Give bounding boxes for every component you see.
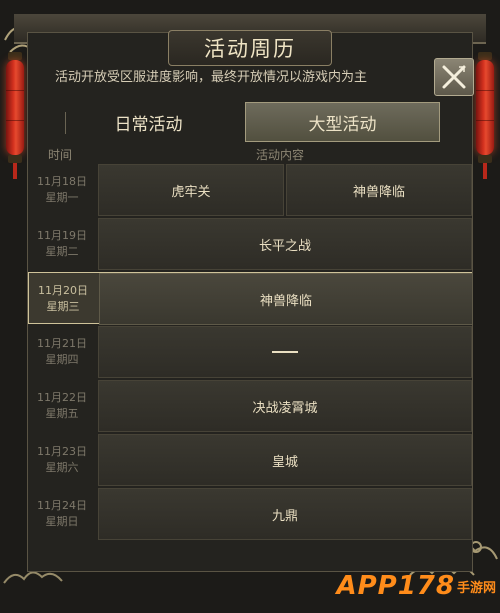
- weekday-label: 星期四: [45, 353, 79, 366]
- schedule-row: 11月23日 星期六 皇城: [28, 434, 472, 486]
- event-cell[interactable]: 长平之战: [98, 218, 472, 270]
- close-x-icon: [442, 65, 466, 89]
- weekday-label: 星期六: [45, 461, 79, 474]
- event-cell-empty: [98, 326, 472, 378]
- date-label: 11月18日: [37, 175, 87, 188]
- row-date: 11月23日 星期六: [28, 434, 96, 486]
- weekday-label: 星期一: [45, 191, 79, 204]
- empty-dash: [272, 351, 298, 353]
- row-date: 11月19日 星期二: [28, 218, 96, 270]
- event-cell[interactable]: 神兽降临: [286, 164, 472, 216]
- date-label: 11月22日: [37, 391, 87, 404]
- row-date: 11月18日 星期一: [28, 164, 96, 216]
- schedule-row: 11月22日 星期五 决战凌霄城: [28, 380, 472, 432]
- tab-bar: 日常活动 大型活动: [52, 102, 440, 142]
- weekday-label: 星期日: [45, 515, 79, 528]
- date-label: 11月19日: [37, 229, 87, 242]
- schedule-row-today: 11月20日 星期三 神兽降临: [28, 272, 473, 325]
- event-cell[interactable]: 神兽降临: [99, 273, 473, 325]
- close-button[interactable]: [434, 58, 474, 96]
- row-date: 11月21日 星期四: [28, 326, 96, 378]
- event-cell[interactable]: 皇城: [98, 434, 472, 486]
- date-label: 11月21日: [37, 337, 87, 350]
- column-header-time: 时间: [48, 148, 73, 162]
- schedule-row: 11月24日 星期日 九鼎: [28, 488, 472, 540]
- watermark-sub: 手游网: [456, 580, 496, 596]
- schedule-row: 11月19日 星期二 长平之战: [28, 218, 472, 270]
- window-title: 活动周历: [168, 30, 332, 66]
- column-headers: 时间 活动内容: [28, 144, 472, 164]
- notice-text: 活动开放受区服进度影响，最终开放情况以游戏内为主: [55, 70, 368, 85]
- date-label: 11月24日: [37, 499, 87, 512]
- lantern-icon: [6, 52, 24, 179]
- date-label: 11月20日: [38, 284, 88, 297]
- event-cell[interactable]: 九鼎: [98, 488, 472, 540]
- lantern-icon: [476, 52, 494, 179]
- row-date: 11月22日 星期五: [28, 380, 96, 432]
- date-label: 11月23日: [37, 445, 87, 458]
- event-cell[interactable]: 虎牢关: [98, 164, 284, 216]
- row-date: 11月20日 星期三: [29, 273, 97, 325]
- weekday-label: 星期三: [46, 300, 80, 313]
- column-header-content: 活动内容: [256, 148, 305, 162]
- tab-daily-activities[interactable]: 日常活动: [52, 102, 245, 142]
- row-date: 11月24日 星期日: [28, 488, 96, 540]
- tab-major-activities[interactable]: 大型活动: [245, 102, 440, 142]
- weekday-label: 星期五: [45, 407, 79, 420]
- site-watermark: APP178 手游网: [296, 565, 496, 607]
- schedule-row: 11月21日 星期四: [28, 326, 472, 378]
- watermark-logo: APP178: [336, 571, 455, 601]
- schedule-row: 11月18日 星期一 虎牢关 神兽降临: [28, 164, 472, 216]
- weekday-label: 星期二: [45, 245, 79, 258]
- event-cell[interactable]: 决战凌霄城: [98, 380, 472, 432]
